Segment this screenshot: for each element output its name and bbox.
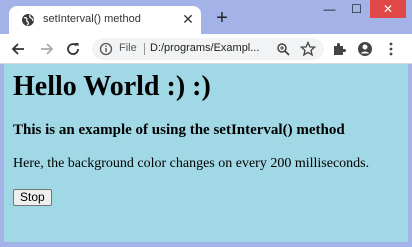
browser-menu-button[interactable] <box>382 40 400 58</box>
account-icon <box>358 42 372 56</box>
info-icon[interactable] <box>99 42 113 56</box>
reload-icon <box>67 43 79 55</box>
zoom-icon[interactable] <box>276 42 290 56</box>
stop-button[interactable]: Stop <box>13 189 52 206</box>
arrow-left-icon <box>11 43 24 55</box>
kebab-menu-icon <box>389 42 393 56</box>
arrow-right-icon <box>41 43 54 55</box>
url-text[interactable]: D:/programs/Exampl... <box>150 42 270 54</box>
omnibox-separator <box>144 43 145 55</box>
tab-close-icon[interactable]: ✕ <box>181 12 195 26</box>
page-subheading: This is an example of using the setInter… <box>13 122 345 138</box>
page-heading: Hello World :) :) <box>13 71 211 102</box>
browser-window: setInterval() method ✕ + — ☐ ✕ File D:/p… <box>0 0 412 247</box>
globe-icon <box>22 14 34 26</box>
profile-button[interactable] <box>356 40 374 58</box>
address-bar[interactable]: File D:/programs/Exampl... <box>92 38 324 60</box>
minimize-button[interactable]: — <box>316 0 343 18</box>
close-window-button[interactable]: ✕ <box>370 0 406 18</box>
browser-toolbar: File D:/programs/Exampl... <box>0 34 412 64</box>
puzzle-icon <box>334 43 346 55</box>
page-viewport: Hello World :) :) This is an example of … <box>4 64 408 242</box>
maximize-button[interactable]: ☐ <box>343 0 370 18</box>
tab-strip: setInterval() method ✕ + — ☐ ✕ <box>0 0 412 34</box>
reload-button[interactable] <box>64 40 82 58</box>
tab-active[interactable]: setInterval() method ✕ <box>9 6 201 34</box>
scheme-label: File <box>119 42 137 54</box>
back-button[interactable] <box>9 40 27 58</box>
bookmark-star-icon[interactable] <box>300 41 316 57</box>
page-description: Here, the background color changes on ev… <box>13 156 370 171</box>
tab-title: setInterval() method <box>43 13 141 25</box>
extensions-button[interactable] <box>330 40 348 58</box>
forward-button[interactable] <box>38 40 56 58</box>
new-tab-button[interactable]: + <box>213 8 231 28</box>
